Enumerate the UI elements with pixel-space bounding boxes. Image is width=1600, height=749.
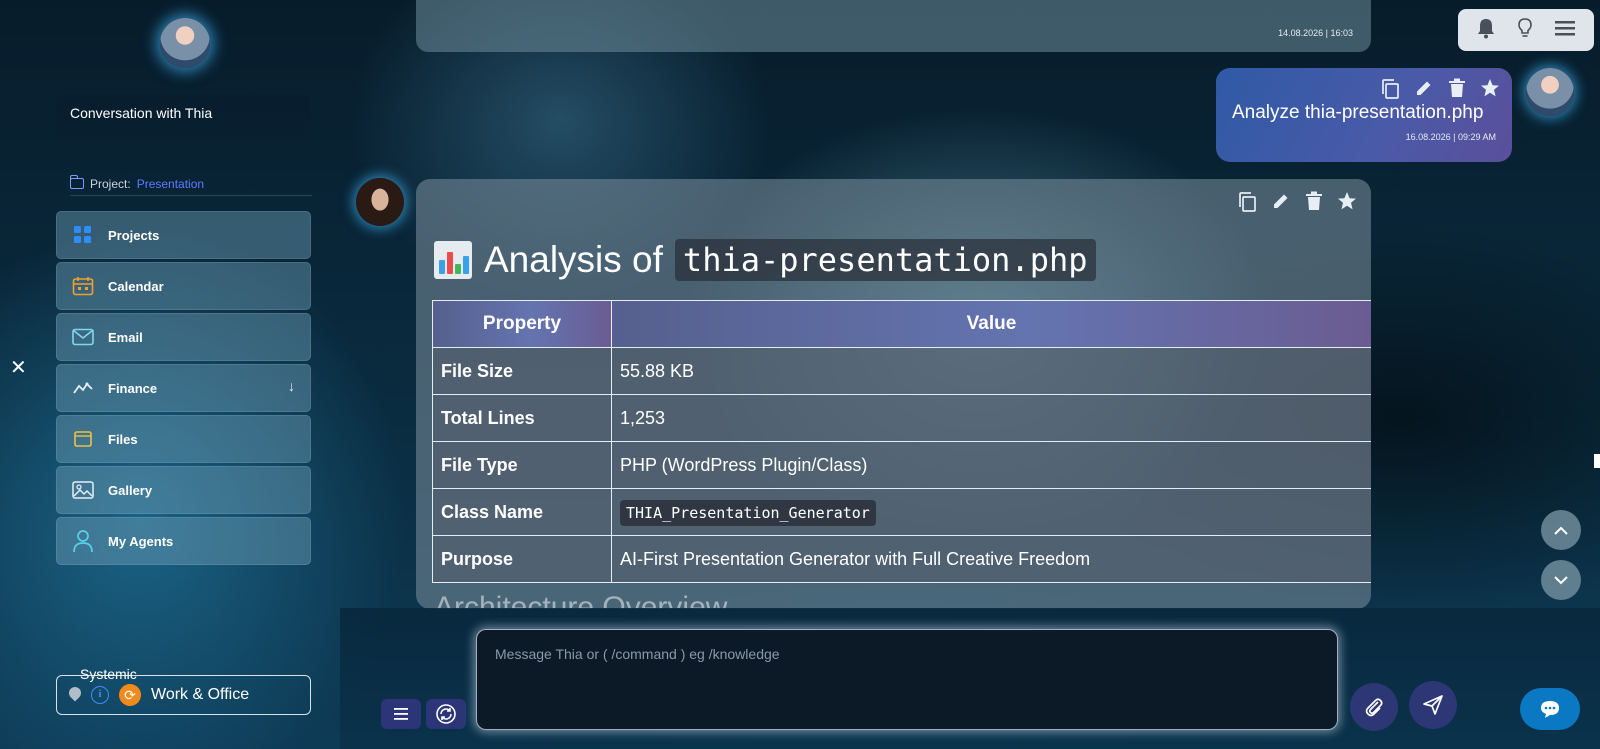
- trash-icon[interactable]: [1448, 78, 1466, 104]
- refresh-button[interactable]: [426, 699, 466, 729]
- project-link[interactable]: Presentation: [137, 177, 204, 191]
- message-timestamp: 16.08.2026 | 09:29 AM: [1405, 132, 1496, 142]
- attach-button[interactable]: [1350, 683, 1398, 731]
- heading-prefix: Analysis of: [484, 239, 663, 280]
- table-cell-key: Class Name: [432, 488, 612, 536]
- sidebar-item-label: Gallery: [108, 482, 153, 498]
- assistant-message: Analysis of thia-presentation.php Proper…: [416, 179, 1371, 609]
- sidebar-item-email[interactable]: Email: [56, 313, 311, 361]
- mode-label: Work & Office: [151, 686, 250, 703]
- table-cell-key: File Type: [432, 441, 612, 489]
- analysis-heading: Analysis of thia-presentation.php: [434, 239, 1096, 281]
- sidebar-nav: Projects Calendar Email Finance ↓ Files …: [56, 211, 311, 568]
- conversation-title: Conversation with Thia: [56, 95, 311, 139]
- chevron-down-icon: [1554, 575, 1568, 584]
- table-header-row: Property Value: [432, 300, 1371, 348]
- copy-icon[interactable]: [1237, 191, 1257, 217]
- trash-icon[interactable]: [1305, 191, 1323, 217]
- arrow-down-icon[interactable]: ↓: [288, 378, 295, 394]
- file-info-table: Property Value File Size 55.88 KB Total …: [432, 300, 1371, 583]
- scroll-down-button[interactable]: [1541, 560, 1581, 600]
- sidebar-item-label: Email: [108, 329, 143, 345]
- thia-avatar: [356, 178, 404, 226]
- sidebar-item-label: Finance: [108, 380, 158, 396]
- table-row: Class Name THIA_Presentation_Generator: [432, 488, 1371, 536]
- table-cell-value: PHP (WordPress Plugin/Class): [611, 441, 1371, 489]
- person-icon: [72, 530, 94, 553]
- star-icon[interactable]: [1337, 191, 1357, 217]
- edit-icon[interactable]: [1414, 78, 1434, 104]
- sidebar-item-label: Projects: [108, 227, 160, 243]
- bell-icon[interactable]: [1476, 17, 1496, 43]
- table-cell-key: Total Lines: [432, 394, 612, 442]
- table-cell-key: Purpose: [432, 535, 612, 583]
- refresh-icon: [436, 704, 456, 724]
- sidebar-item-label: My Agents: [108, 533, 174, 549]
- send-icon: [1423, 695, 1443, 715]
- project-indicator[interactable]: Project: Presentation: [69, 172, 312, 196]
- edit-icon[interactable]: [1271, 191, 1291, 217]
- previous-message: 14.08.2026 | 16:03: [416, 0, 1371, 52]
- user-message: Analyze thia-presentation.php 16.08.2026…: [1216, 68, 1512, 162]
- project-label: Project:: [90, 176, 131, 191]
- table-cell-value: AI-First Presentation Generator with Ful…: [611, 535, 1371, 583]
- message-timestamp: 14.08.2026 | 16:03: [1278, 28, 1353, 38]
- star-icon[interactable]: [1480, 78, 1500, 104]
- message-input[interactable]: [476, 629, 1338, 730]
- paperclip-icon: [1365, 698, 1383, 717]
- column-header: Property: [432, 300, 612, 348]
- table-cell-key: File Size: [432, 347, 612, 395]
- user-avatar-sidebar[interactable]: [160, 18, 210, 68]
- sidebar-item-finance[interactable]: Finance ↓: [56, 364, 311, 412]
- mail-icon: [72, 326, 94, 348]
- sidebar-item-label: Calendar: [108, 278, 164, 294]
- table-cell-value: 55.88 KB: [611, 347, 1371, 395]
- sidebar-item-my-agents[interactable]: My Agents: [56, 517, 311, 565]
- image-icon: [72, 479, 94, 501]
- menu-button[interactable]: [381, 699, 421, 729]
- bar-chart-icon: [434, 241, 472, 279]
- info-icon[interactable]: i: [91, 686, 109, 704]
- send-button[interactable]: [1409, 681, 1457, 729]
- sidebar-item-projects[interactable]: Projects: [56, 211, 311, 259]
- next-section-heading: Architecture Overview: [434, 591, 728, 609]
- top-toolbar: [1458, 9, 1594, 51]
- grid-icon: [72, 224, 94, 246]
- user-avatar: [1526, 68, 1574, 116]
- close-sidebar-icon[interactable]: ✕: [10, 355, 27, 379]
- inline-code: THIA_Presentation_Generator: [620, 499, 876, 526]
- hamburger-icon: [394, 708, 408, 720]
- location-pin-icon[interactable]: [69, 687, 81, 703]
- table-row: File Size 55.88 KB: [432, 347, 1371, 395]
- sidebar-item-calendar[interactable]: Calendar: [56, 262, 311, 310]
- sidebar-item-files[interactable]: Files: [56, 415, 311, 463]
- menu-icon[interactable]: [1554, 19, 1576, 41]
- message-actions: [1237, 191, 1357, 217]
- table-row: Purpose AI-First Presentation Generator …: [432, 535, 1371, 583]
- copy-icon[interactable]: [1380, 78, 1400, 104]
- lightbulb-icon[interactable]: [1516, 17, 1534, 43]
- table-row: Total Lines 1,253: [432, 394, 1371, 442]
- scrollbar-thumb[interactable]: [1594, 454, 1600, 468]
- folder-icon: [72, 428, 94, 450]
- table-cell-value: 1,253: [611, 394, 1371, 442]
- sidebar-item-gallery[interactable]: Gallery: [56, 466, 311, 514]
- calendar-icon: [72, 275, 94, 297]
- scroll-up-button[interactable]: [1541, 510, 1581, 550]
- message-actions: [1380, 78, 1500, 104]
- table-row: File Type PHP (WordPress Plugin/Class): [432, 441, 1371, 489]
- table-cell-value: THIA_Presentation_Generator: [611, 488, 1371, 536]
- mode-selector[interactable]: i ⟳ Work & Office: [56, 675, 311, 715]
- chat-bubble-icon: [1541, 701, 1559, 718]
- column-header: Value: [611, 300, 1371, 348]
- chevron-up-icon: [1554, 526, 1568, 535]
- sidebar-item-label: Files: [108, 431, 138, 447]
- sync-icon[interactable]: ⟳: [119, 684, 141, 706]
- chart-line-icon: [72, 377, 94, 399]
- heading-filename: thia-presentation.php: [674, 239, 1096, 281]
- chat-launcher-button[interactable]: [1520, 688, 1580, 730]
- folder-icon: [69, 175, 84, 189]
- user-message-text: Analyze thia-presentation.php: [1232, 102, 1484, 123]
